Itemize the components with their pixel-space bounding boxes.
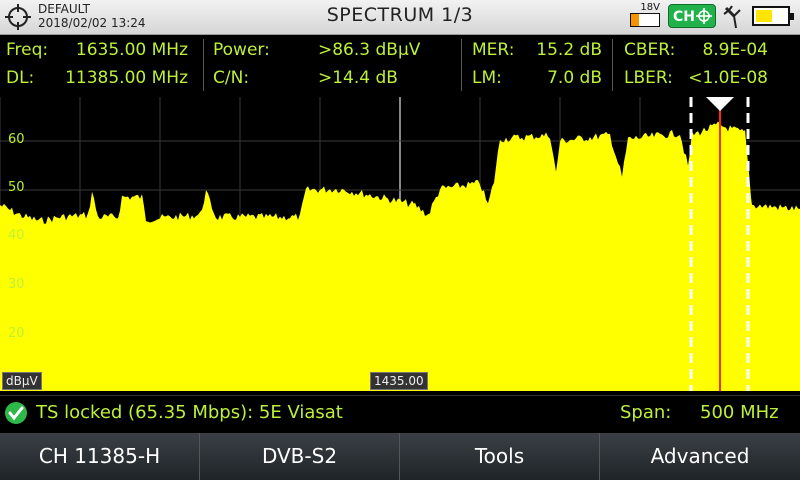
power-value: >86.3 dBµV bbox=[318, 40, 421, 60]
dl-value: 11385.00 MHz bbox=[65, 68, 188, 88]
y-tick-label: 20 bbox=[8, 326, 25, 341]
lnb-voltage: 18V bbox=[640, 2, 660, 13]
y-tick-label: 60 bbox=[8, 132, 25, 147]
cber-value: 8.9E-04 bbox=[702, 40, 768, 60]
lber-value: <1.0E-08 bbox=[688, 68, 768, 88]
power-label: Power: bbox=[213, 40, 270, 60]
screen-title: SPECTRUM 1/3 bbox=[326, 4, 474, 26]
spectrum-plot[interactable]: 60 50 40 30 20 dBµV 1435.00 bbox=[0, 97, 800, 391]
cber-label: CBER: bbox=[624, 40, 676, 60]
softkey-bar: CH 11385-H DVB-S2 Tools Advanced bbox=[0, 433, 800, 480]
channel-button-label: CH bbox=[673, 9, 695, 25]
divider bbox=[461, 39, 462, 91]
datetime: 2018/02/02 13:24 bbox=[38, 16, 146, 30]
lm-value: 7.0 dB bbox=[547, 68, 602, 88]
battery-icon bbox=[752, 6, 794, 26]
lm-label: LM: bbox=[472, 68, 502, 88]
softkey-standard[interactable]: DVB-S2 bbox=[200, 433, 400, 480]
span-value: 500 MHz bbox=[700, 402, 779, 423]
lber-label: LBER: bbox=[624, 68, 673, 88]
softkey-channel[interactable]: CH 11385-H bbox=[0, 433, 200, 480]
dl-label: DL: bbox=[6, 68, 35, 88]
channel-button[interactable]: CH bbox=[668, 4, 716, 28]
spectrum-graph[interactable] bbox=[0, 97, 800, 391]
crosshair-icon[interactable] bbox=[4, 3, 32, 31]
span-label: Span: bbox=[620, 402, 672, 423]
softkey-tools[interactable]: Tools bbox=[400, 433, 600, 480]
lnb-level-fill bbox=[631, 14, 640, 26]
preset-name: DEFAULT bbox=[38, 2, 90, 16]
freq-value: 1635.00 MHz bbox=[75, 40, 188, 60]
channel-crosshair-icon bbox=[696, 8, 712, 24]
unit-label: dBµV bbox=[2, 372, 42, 390]
check-circle-icon bbox=[5, 402, 27, 424]
measurement-panel: Freq: 1635.00 MHz DL: 11385.00 MHz Power… bbox=[0, 35, 800, 95]
lnb-level-bar bbox=[630, 13, 660, 27]
mer-label: MER: bbox=[472, 40, 515, 60]
battery-level-fill bbox=[756, 10, 773, 22]
y-tick-label: 30 bbox=[8, 277, 25, 292]
softkey-advanced[interactable]: Advanced bbox=[600, 433, 800, 480]
y-tick-label: 40 bbox=[8, 228, 25, 243]
marker-triangle-icon bbox=[706, 97, 734, 111]
center-frequency-label: 1435.00 bbox=[370, 372, 428, 390]
lnb-indicator: 18V bbox=[628, 2, 662, 30]
satellite-icon bbox=[723, 5, 741, 29]
divider bbox=[203, 39, 204, 91]
top-bar: DEFAULT 2018/02/02 13:24 SPECTRUM 1/3 18… bbox=[0, 0, 800, 35]
divider bbox=[612, 39, 613, 91]
freq-label: Freq: bbox=[6, 40, 49, 60]
battery-tip bbox=[790, 13, 794, 20]
cn-label: C/N: bbox=[213, 68, 250, 88]
mer-value: 15.2 dB bbox=[536, 40, 602, 60]
cn-value: >14.4 dB bbox=[318, 68, 398, 88]
y-tick-label: 50 bbox=[8, 180, 25, 195]
status-bar: TS locked (65.35 Mbps): 5E Viasat Span: … bbox=[0, 395, 800, 432]
ts-lock-status: TS locked (65.35 Mbps): 5E Viasat bbox=[36, 402, 343, 423]
